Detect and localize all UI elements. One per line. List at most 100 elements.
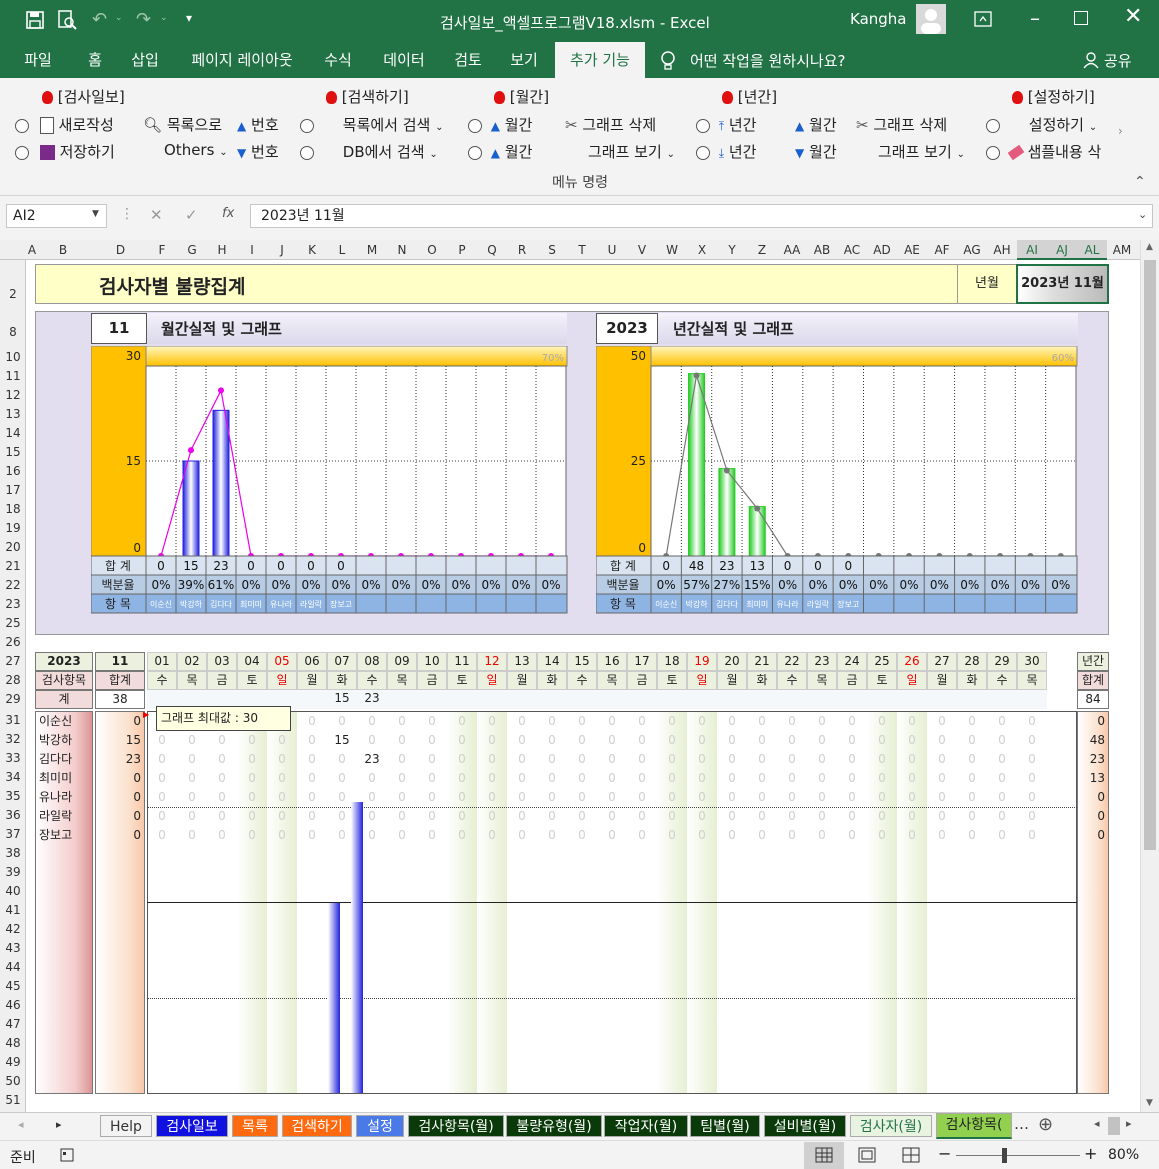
day-cell[interactable]: 23 (357, 750, 387, 769)
cancel-icon[interactable]: ✕ (150, 206, 163, 224)
day-cell[interactable]: 0 (1017, 712, 1047, 731)
day-cell[interactable]: 0 (927, 826, 957, 845)
day-cell[interactable]: 0 (327, 750, 357, 769)
row-header-31[interactable]: 31 (0, 711, 26, 730)
day-cell[interactable]: 0 (147, 769, 177, 788)
row-header-11[interactable]: 11 (0, 367, 26, 386)
day-cell[interactable]: 0 (387, 807, 417, 826)
day-cell[interactable]: 0 (987, 807, 1017, 826)
day-cell[interactable]: 0 (417, 750, 447, 769)
day-cell[interactable]: 0 (777, 712, 807, 731)
day-cell[interactable]: 0 (747, 807, 777, 826)
day-cell[interactable]: 0 (747, 731, 777, 750)
day-cell[interactable]: 0 (927, 769, 957, 788)
delete-sample-button[interactable]: 샘플내용 삭 (986, 141, 1116, 162)
tab-review[interactable]: 검토 (446, 42, 490, 78)
day-cell[interactable]: 0 (747, 826, 777, 845)
day-cell[interactable]: 0 (837, 807, 867, 826)
day-cell[interactable]: 0 (597, 826, 627, 845)
yearly-delete-graph-button[interactable]: ✂ 그래프 삭제 (856, 114, 947, 135)
day-cell[interactable]: 0 (777, 769, 807, 788)
undo-dropdown-icon[interactable]: ⌄ (115, 13, 123, 23)
page-break-view-icon[interactable] (902, 1147, 920, 1163)
day-cell[interactable]: 0 (897, 750, 927, 769)
day-cell[interactable]: 0 (717, 731, 747, 750)
row-header-49[interactable]: 49 (0, 1053, 26, 1072)
day-cell[interactable]: 0 (807, 807, 837, 826)
column-header-a[interactable]: A (26, 240, 38, 260)
day-cell[interactable]: 0 (147, 750, 177, 769)
day-cell[interactable]: 0 (1017, 750, 1047, 769)
ribbon-display-icon[interactable] (974, 11, 992, 27)
column-header-am[interactable]: AM (1107, 240, 1137, 260)
row-header-28[interactable]: 28 (0, 671, 26, 690)
avatar[interactable] (916, 4, 946, 34)
day-cell[interactable]: 0 (747, 712, 777, 731)
tab-file[interactable]: 파일 (12, 42, 64, 78)
column-header-ac[interactable]: AC (837, 240, 867, 260)
column-header-r[interactable]: R (507, 240, 537, 260)
day-cell[interactable]: 0 (597, 769, 627, 788)
day-cell[interactable]: 0 (147, 731, 177, 750)
tab-data[interactable]: 데이터 (374, 42, 434, 78)
day-cell[interactable]: 0 (177, 826, 207, 845)
day-cell[interactable]: 0 (297, 807, 327, 826)
sheet-tab[interactable]: 설비별(월) (764, 1115, 846, 1137)
day-cell[interactable]: 0 (267, 769, 297, 788)
day-cell[interactable]: 0 (987, 712, 1017, 731)
day-cell[interactable]: 0 (927, 750, 957, 769)
day-cell[interactable]: 0 (747, 750, 777, 769)
row-header-37[interactable]: 37 (0, 825, 26, 844)
column-header-y[interactable]: Y (717, 240, 747, 260)
day-cell[interactable]: 0 (597, 731, 627, 750)
day-cell[interactable]: 0 (537, 731, 567, 750)
day-cell[interactable]: 0 (657, 788, 687, 807)
monthly-delete-graph-button[interactable]: ✂ 그래프 삭제 (565, 114, 656, 135)
row-header-44[interactable]: 44 (0, 958, 26, 977)
sheet-tab[interactable]: 불량유형(월) (506, 1115, 602, 1137)
day-cell[interactable]: 0 (507, 712, 537, 731)
day-cell[interactable]: 0 (417, 788, 447, 807)
collapse-ribbon-icon[interactable]: ⌃ (1134, 174, 1146, 190)
share-icon[interactable] (1082, 51, 1100, 69)
column-header-j[interactable]: J (267, 240, 297, 260)
tab-addins[interactable]: 추가 기능 (555, 42, 645, 78)
hscroll-left-icon[interactable]: ◂ (1094, 1117, 1100, 1130)
enter-icon[interactable]: ✓ (185, 206, 198, 224)
vertical-scrollbar[interactable]: ▲ ▼ (1140, 240, 1159, 1112)
yearly-down-button[interactable]: ⤓ 년간 (696, 141, 756, 162)
column-header-ai[interactable]: AI (1017, 240, 1047, 260)
row-header-29[interactable]: 29 (0, 690, 26, 709)
day-cell[interactable]: 0 (327, 769, 357, 788)
zoom-slider-thumb[interactable] (1002, 1148, 1007, 1163)
more-tabs-icon[interactable]: … (1014, 1115, 1029, 1133)
day-cell[interactable]: 0 (657, 750, 687, 769)
customize-qat-icon[interactable]: ▾ (186, 11, 192, 25)
scroll-thumb[interactable] (1144, 260, 1156, 850)
day-cell[interactable]: 0 (417, 712, 447, 731)
day-cell[interactable]: 0 (177, 750, 207, 769)
row-header-13[interactable]: 13 (0, 405, 26, 424)
day-cell[interactable]: 0 (297, 750, 327, 769)
print-preview-icon[interactable] (57, 10, 77, 30)
yearly-view-graph-dropdown[interactable]: 그래프 보기 ⌄ (878, 141, 965, 162)
day-cell[interactable]: 0 (177, 731, 207, 750)
scroll-down-icon[interactable]: ▼ (1146, 1098, 1153, 1108)
hscroll-thumb[interactable] (1108, 1117, 1120, 1135)
day-cell[interactable]: 0 (147, 807, 177, 826)
day-cell[interactable]: 0 (267, 750, 297, 769)
user-name[interactable]: Kangha (850, 10, 907, 28)
day-cell[interactable]: 0 (447, 769, 477, 788)
day-cell[interactable]: 0 (507, 731, 537, 750)
radio-icon[interactable] (300, 145, 314, 160)
row-header-22[interactable]: 22 (0, 576, 26, 595)
undo-icon[interactable]: ↶ (92, 9, 107, 30)
day-cell[interactable]: 0 (987, 731, 1017, 750)
day-cell[interactable]: 0 (237, 826, 267, 845)
tab-scroll-left-icon[interactable]: ◂ (18, 1118, 24, 1131)
worksheet[interactable]: 검사자별 불량집계 년월 2023년 11월 11 월간실적 및 그래프 30 1… (27, 260, 1140, 1112)
column-header-s[interactable]: S (537, 240, 567, 260)
day-cell[interactable]: 0 (267, 788, 297, 807)
day-cell[interactable]: 0 (777, 807, 807, 826)
day-cell[interactable]: 0 (447, 826, 477, 845)
